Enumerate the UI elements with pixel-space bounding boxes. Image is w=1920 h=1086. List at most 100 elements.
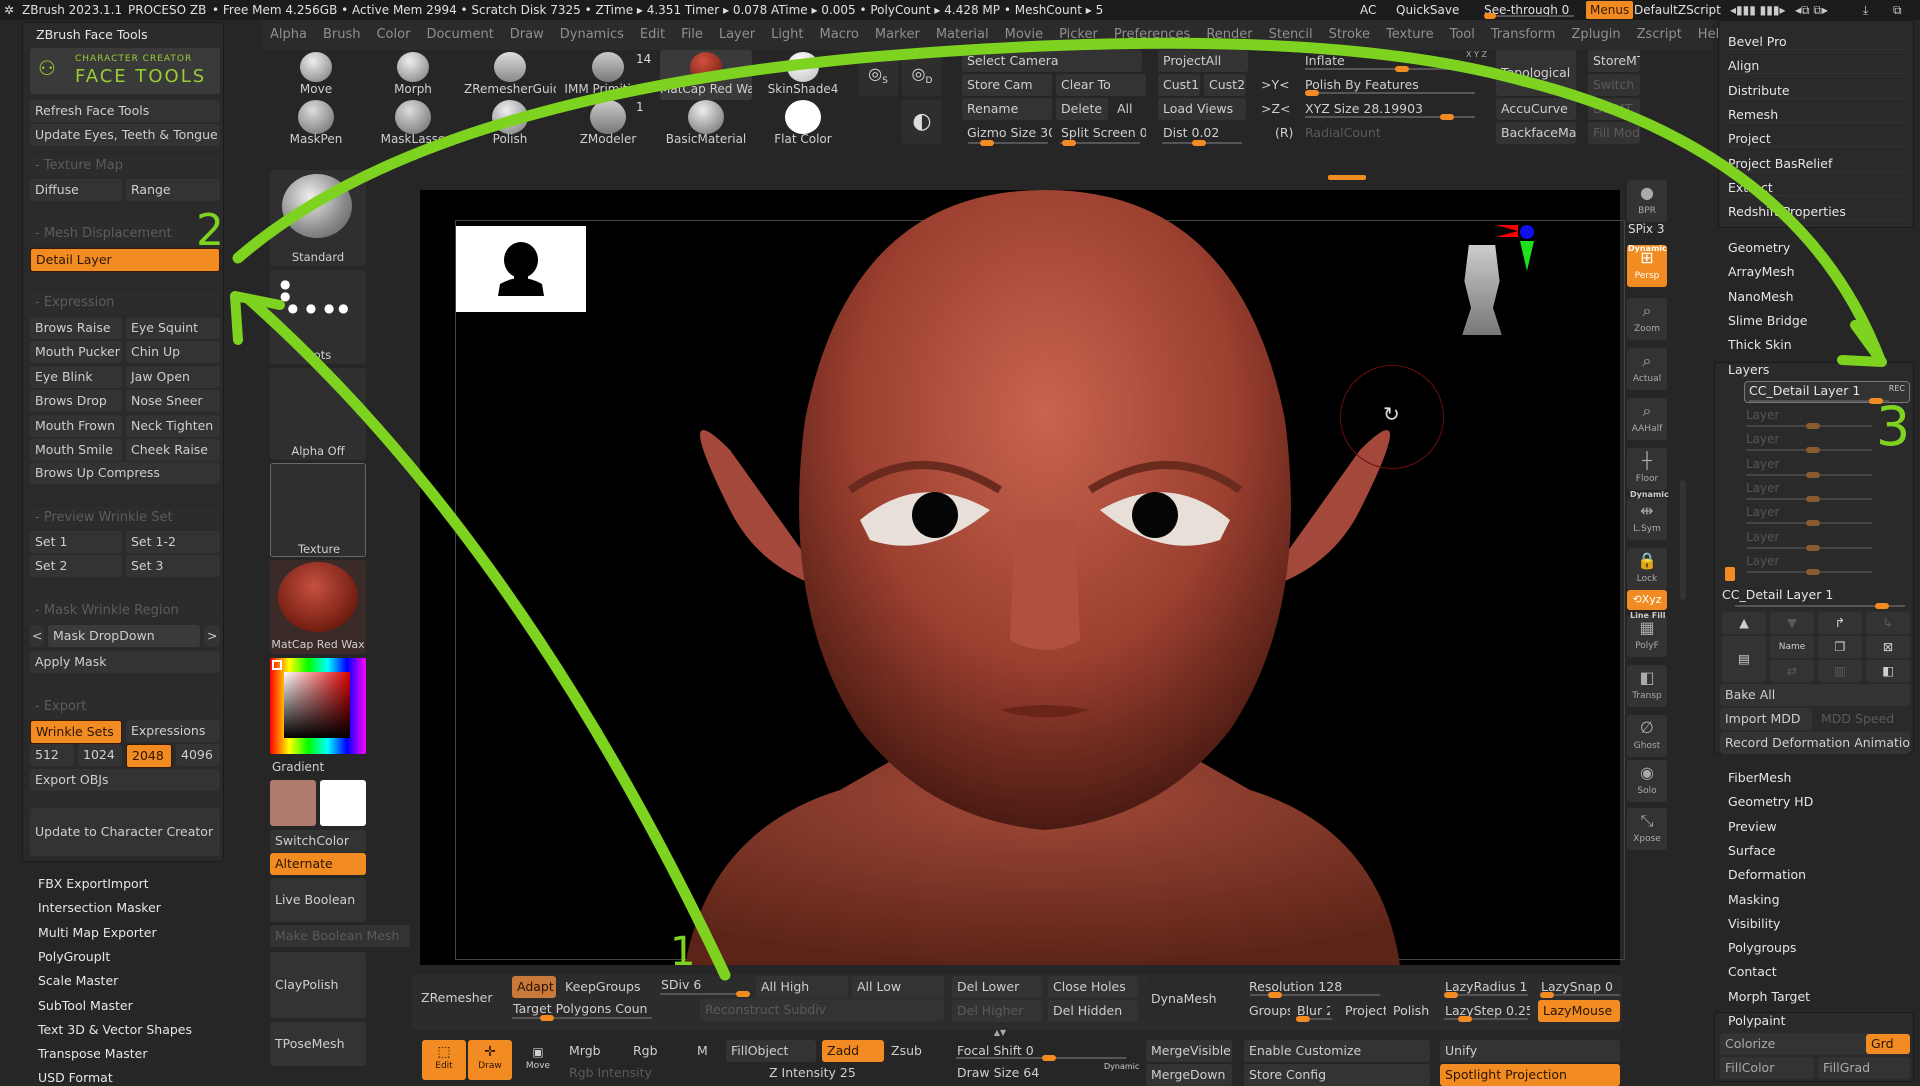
res-512-button[interactable]: 512 bbox=[30, 744, 74, 766]
del-higher-button[interactable]: Del Higher bbox=[952, 1000, 1042, 1022]
edit-mode-button[interactable]: ⬚ Edit bbox=[422, 1040, 466, 1080]
layers-header[interactable]: Layers bbox=[1728, 362, 1769, 377]
all-high-button[interactable]: All High bbox=[756, 976, 848, 998]
tool-menu-arraymesh[interactable]: ArrayMesh bbox=[1728, 264, 1795, 279]
menu-draw[interactable]: Draw bbox=[502, 20, 552, 50]
lazymouse-toggle[interactable]: LazyMouse bbox=[1538, 1000, 1620, 1022]
adapt-toggle[interactable]: Adapt bbox=[512, 976, 556, 998]
layer-strength-slider[interactable] bbox=[1746, 423, 1872, 429]
minimize-icon[interactable]: ⤓ bbox=[1863, 0, 1868, 20]
rgb-toggle[interactable]: Rgb bbox=[628, 1040, 688, 1062]
right-strip-aahalf[interactable]: ⌕ AAHalf bbox=[1627, 398, 1667, 440]
polypaint-header[interactable]: Polypaint bbox=[1728, 1013, 1786, 1028]
alternate-button[interactable]: Alternate bbox=[270, 853, 366, 875]
right-strip-xyz[interactable]: ⟲Xyz bbox=[1627, 590, 1667, 610]
right-strip-transp[interactable]: ◧ Transp bbox=[1627, 665, 1667, 707]
radial-r-button[interactable]: (R) bbox=[1270, 122, 1300, 144]
zplugin-intersection-masker[interactable]: Intersection Masker bbox=[38, 900, 161, 915]
stroke-selector[interactable]: ● ● ● ● ● ● Dots bbox=[270, 270, 366, 364]
switch-button[interactable]: Switch bbox=[1588, 74, 1640, 96]
tool-menu-masking[interactable]: Masking bbox=[1728, 892, 1780, 907]
menu-texture[interactable]: Texture bbox=[1378, 20, 1442, 50]
res-2048-button[interactable]: 2048 bbox=[126, 744, 172, 768]
secondary-color-swatch[interactable] bbox=[320, 780, 366, 826]
spix-d-button[interactable]: ◎D bbox=[902, 52, 942, 96]
main-color-swatch[interactable] bbox=[270, 780, 316, 826]
expression-nose-sneer-button[interactable]: Nose Sneer bbox=[126, 390, 220, 413]
tool-menu-project[interactable]: Project bbox=[1728, 131, 1908, 148]
menu-layer[interactable]: Layer bbox=[711, 20, 763, 50]
menu-tool[interactable]: Tool bbox=[1442, 20, 1483, 50]
menu-transform[interactable]: Transform bbox=[1483, 20, 1564, 50]
layer-strength-slider[interactable] bbox=[1746, 471, 1872, 478]
ac-button[interactable]: AC bbox=[1360, 0, 1376, 20]
menu-light[interactable]: Light bbox=[763, 20, 811, 50]
tposemesh-button[interactable]: TPoseMesh bbox=[270, 1022, 366, 1066]
layer-strength-slider[interactable] bbox=[1746, 544, 1872, 551]
new-layer-button[interactable]: ▤ bbox=[1722, 636, 1766, 682]
right-strip-solo[interactable]: ◉ Solo bbox=[1627, 760, 1667, 802]
draw-size-slider[interactable]: Draw Size 64 bbox=[952, 1062, 1072, 1084]
apply-mask-button[interactable]: Apply Mask bbox=[30, 651, 220, 673]
storemt-button[interactable]: StoreMT bbox=[1588, 50, 1640, 72]
zplugin-subtool-master[interactable]: SubTool Master bbox=[38, 998, 133, 1013]
menu-render[interactable]: Render bbox=[1198, 20, 1260, 50]
tool-menu-remesh[interactable]: Remesh bbox=[1728, 107, 1908, 123]
tool-menu-bevel-pro[interactable]: Bevel Pro bbox=[1728, 34, 1908, 50]
update-to-cc-button[interactable]: Update to Character Creator bbox=[30, 808, 220, 856]
mesh-displacement-header[interactable]: - Mesh Displacement bbox=[30, 223, 220, 245]
menus-toggle[interactable]: Menus bbox=[1586, 1, 1634, 19]
backface-mask-button[interactable]: BackfaceMask bbox=[1496, 122, 1576, 144]
viewport-scroll-indicator[interactable] bbox=[1328, 175, 1366, 180]
layer-strength-slider[interactable] bbox=[1746, 495, 1872, 502]
store-cam-button[interactable]: Store Cam bbox=[962, 74, 1052, 96]
keepgroups-toggle[interactable]: KeepGroups bbox=[560, 976, 640, 998]
empty-layer-slot[interactable]: Layer bbox=[1746, 408, 1779, 422]
project-all-button[interactable]: ProjectAll bbox=[1158, 50, 1248, 72]
viewport-right-scrollbar[interactable] bbox=[1680, 480, 1686, 600]
tool-menu-extract[interactable]: Extract bbox=[1728, 180, 1908, 196]
reference-thumbnail[interactable] bbox=[456, 226, 586, 312]
menu-alpha[interactable]: Alpha bbox=[262, 20, 315, 50]
all-button[interactable]: All bbox=[1112, 98, 1142, 120]
shelf-polish[interactable]: Polish bbox=[464, 98, 556, 148]
menu-preferences[interactable]: Preferences bbox=[1106, 20, 1198, 50]
tool-menu-distribute[interactable]: Distribute bbox=[1728, 83, 1908, 99]
split-layer-button[interactable]: ⇄ bbox=[1770, 660, 1814, 682]
fillobject-button[interactable]: FillObject bbox=[726, 1040, 816, 1062]
dynamesh-button[interactable]: DynaMesh bbox=[1146, 976, 1232, 1022]
import-mdd-button[interactable]: Import MDD bbox=[1720, 708, 1812, 730]
right-strip-lock[interactable]: 🔒 Lock bbox=[1627, 548, 1667, 590]
gradient-label[interactable]: Gradient bbox=[272, 760, 324, 774]
menu-stencil[interactable]: Stencil bbox=[1261, 20, 1321, 50]
layer-strength-slider[interactable] bbox=[1746, 520, 1872, 527]
move-mode-button[interactable]: ▣ Move bbox=[518, 1042, 558, 1080]
preview-wrinkle-header[interactable]: - Preview Wrinkle Set bbox=[30, 507, 220, 529]
menu-material[interactable]: Material bbox=[928, 20, 997, 50]
menu-edit[interactable]: Edit bbox=[632, 20, 673, 50]
spix-slider[interactable]: SPix 3 bbox=[1628, 222, 1664, 236]
color-picker[interactable] bbox=[270, 658, 366, 754]
empty-layer-slot[interactable]: Layer bbox=[1746, 457, 1779, 471]
claypolish-button[interactable]: ClayPolish bbox=[270, 952, 366, 1018]
refresh-face-tools-button[interactable]: Refresh Face Tools bbox=[30, 100, 220, 122]
empty-layer-slot[interactable]: Layer bbox=[1746, 432, 1779, 446]
zplugin-multi-map-exporter[interactable]: Multi Map Exporter bbox=[38, 925, 157, 940]
tool-menu-surface[interactable]: Surface bbox=[1728, 843, 1776, 858]
menu-stroke[interactable]: Stroke bbox=[1321, 20, 1378, 50]
brows-up-compress-button[interactable]: Brows Up Compress bbox=[30, 462, 220, 484]
set-3-button[interactable]: Set 3 bbox=[126, 555, 220, 577]
menu-movie[interactable]: Movie bbox=[997, 20, 1051, 50]
zremesher-button[interactable]: ZRemesher bbox=[416, 986, 506, 1010]
expression-mouth-smile-button[interactable]: Mouth Smile bbox=[30, 439, 122, 461]
spotlight-projection-toggle[interactable]: Spotlight Projection bbox=[1440, 1064, 1620, 1086]
z-axis-button[interactable]: >Z< bbox=[1256, 98, 1296, 120]
cust2-button[interactable]: Cust2 bbox=[1204, 74, 1246, 96]
zplugin-text-3d-vector-shapes[interactable]: Text 3D & Vector Shapes bbox=[38, 1022, 192, 1037]
move-layer-down-button[interactable]: ▼ bbox=[1770, 612, 1814, 634]
shelf-morph[interactable]: Morph bbox=[367, 50, 459, 100]
mdd-speed-slider[interactable]: MDD Speed bbox=[1816, 708, 1910, 730]
alpha-selector[interactable]: Alpha Off bbox=[270, 368, 366, 460]
dynamic-draw-size-toggle[interactable]: Dynamic bbox=[1104, 1062, 1139, 1071]
quicksave-button[interactable]: QuickSave bbox=[1396, 0, 1459, 20]
